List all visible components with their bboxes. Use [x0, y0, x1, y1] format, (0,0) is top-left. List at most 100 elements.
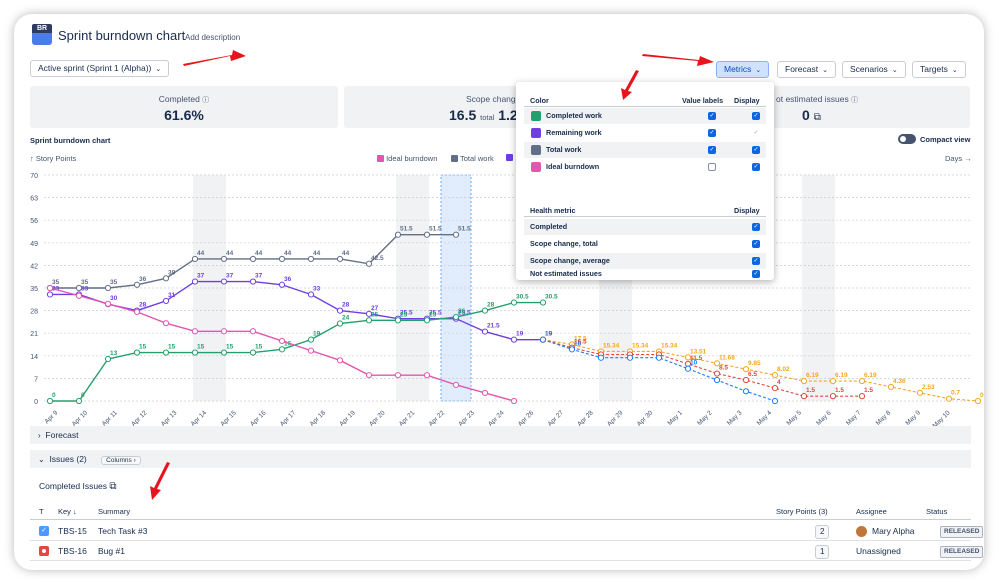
data-point	[365, 317, 373, 324]
forecast-button[interactable]: Forecast ⌄	[777, 61, 836, 78]
display-checkbox[interactable]: ✓	[752, 112, 760, 120]
col-type: T	[39, 507, 44, 516]
data-label: 33	[81, 285, 89, 292]
data-point	[887, 383, 895, 391]
data-label: 16	[574, 340, 582, 347]
add-description-link[interactable]: Add description	[185, 33, 240, 42]
data-label: 6.19	[806, 372, 819, 379]
health-row-not-estimated[interactable]: Not estimated issues ✓	[524, 269, 766, 280]
display-checkbox-disabled: ✓	[753, 130, 759, 136]
issue-key[interactable]: TBS-15	[58, 521, 87, 541]
display-checkbox[interactable]: ✓	[752, 270, 760, 278]
y-tick-label: 21	[30, 331, 38, 338]
data-point	[423, 372, 431, 379]
data-point	[510, 336, 518, 343]
data-point	[452, 231, 460, 238]
chevron-down-icon: ⌄	[155, 66, 162, 73]
color-swatch	[531, 162, 541, 172]
metric-row-total-work[interactable]: Total work ✓ ✓	[524, 142, 766, 158]
chart-title: Sprint burndown chart	[30, 136, 111, 145]
data-point	[46, 284, 54, 292]
columns-button[interactable]: Columns ›	[101, 456, 141, 465]
data-label: 28	[487, 302, 495, 309]
forecast-label: Forecast	[785, 64, 819, 74]
table-row[interactable]: TBS-16 Bug #1 1 Unassigned RELEASED	[30, 541, 984, 561]
data-point	[191, 255, 199, 263]
issue-key[interactable]: TBS-16	[58, 541, 87, 561]
data-label: 15	[139, 344, 147, 351]
avatar	[856, 526, 867, 537]
data-label: 42.5	[371, 255, 384, 262]
cloud-icon	[32, 33, 52, 45]
assignee-name: Unassigned	[856, 546, 901, 556]
display-checkbox[interactable]: ✓	[752, 257, 760, 265]
color-swatch	[531, 111, 541, 121]
metric-row-ideal-burndown[interactable]: Ideal burndown ✓	[524, 159, 766, 175]
issues-section[interactable]: ⌄ Issues (2) Columns ›	[30, 450, 971, 468]
external-link-icon[interactable]: ⧉	[109, 481, 116, 492]
data-label: 19	[516, 331, 524, 338]
external-link-icon[interactable]: ⧉	[814, 112, 821, 123]
data-point	[220, 328, 228, 335]
issue-summary[interactable]: Tech Task #3	[98, 521, 147, 541]
metrics-button[interactable]: Metrics ⌄	[716, 61, 770, 78]
divider	[524, 106, 766, 107]
data-label: 36	[139, 276, 147, 283]
health-row-completed[interactable]: Completed ✓	[524, 219, 766, 235]
display-checkbox[interactable]: ✓	[752, 240, 760, 248]
chevron-down-icon: ⌄	[951, 67, 958, 74]
display-checkbox[interactable]: ✓	[752, 223, 760, 231]
issue-summary[interactable]: Bug #1	[98, 541, 125, 561]
metric-label: Remaining work	[546, 128, 602, 137]
value-labels-checkbox[interactable]: ✓	[708, 129, 716, 137]
data-point	[336, 255, 344, 263]
health-row-scope-change-total[interactable]: Scope change, total ✓	[524, 236, 766, 252]
col-summary: Summary	[98, 507, 131, 516]
data-label: 51.5	[458, 226, 471, 233]
forecast-section[interactable]: › Forecast	[30, 426, 971, 444]
metric-label: Total work	[546, 145, 582, 154]
scenarios-button[interactable]: Scenarios ⌄	[842, 61, 906, 78]
data-label: 30	[110, 295, 118, 302]
data-label: 6.5	[748, 371, 757, 378]
data-point	[249, 349, 257, 356]
col-key[interactable]: Key ↓	[58, 507, 77, 516]
data-label: 28	[342, 302, 350, 309]
data-point	[191, 278, 199, 285]
display-checkbox[interactable]: ✓	[752, 163, 760, 171]
forecast-section-label: Forecast	[45, 430, 79, 440]
metric-row-remaining-work[interactable]: Remaining work ✓ ✓	[524, 125, 766, 141]
data-point	[655, 354, 663, 361]
legend-ideal-burndown[interactable]: Ideal burndown	[377, 154, 437, 163]
data-label: 25	[400, 311, 408, 318]
legend-total-work[interactable]: Total work	[451, 154, 494, 163]
targets-button[interactable]: Targets ⌄	[912, 61, 966, 78]
app-window: BR Sprint burndown chart Add description…	[14, 14, 984, 570]
data-point	[278, 255, 286, 263]
table-row[interactable]: ✓ TBS-15 Tech Task #3 2 Mary Alpha RELEA…	[30, 521, 984, 541]
data-point	[307, 347, 315, 354]
data-point	[75, 292, 83, 299]
x-tick-label: Apr 9	[43, 409, 59, 425]
metric-row-completed-work[interactable]: Completed work ✓ ✓	[524, 108, 766, 124]
value-labels-checkbox[interactable]: ✓	[708, 112, 716, 120]
display-checkbox[interactable]: ✓	[752, 146, 760, 154]
data-point	[771, 384, 779, 392]
data-point	[800, 377, 808, 385]
compact-view-toggle[interactable]	[898, 134, 916, 144]
data-point	[278, 337, 286, 345]
popup-value-labels-header: Value labels	[682, 96, 724, 105]
completed-card: Completed ⓘ 61.6%	[30, 86, 338, 128]
value-labels-checkbox[interactable]	[708, 163, 716, 171]
data-point	[423, 231, 431, 238]
data-point	[249, 278, 257, 285]
data-point	[278, 281, 286, 288]
data-label: 51.5	[429, 226, 442, 233]
annotation-arrow	[642, 54, 714, 66]
data-point	[858, 377, 866, 385]
health-display-header: Display	[734, 206, 760, 215]
value-labels-checkbox[interactable]: ✓	[708, 146, 716, 154]
data-point	[713, 370, 721, 377]
data-label: 44	[342, 250, 350, 257]
sprint-select[interactable]: Active sprint (Sprint 1 (Alpha)) ⌄	[30, 60, 170, 77]
